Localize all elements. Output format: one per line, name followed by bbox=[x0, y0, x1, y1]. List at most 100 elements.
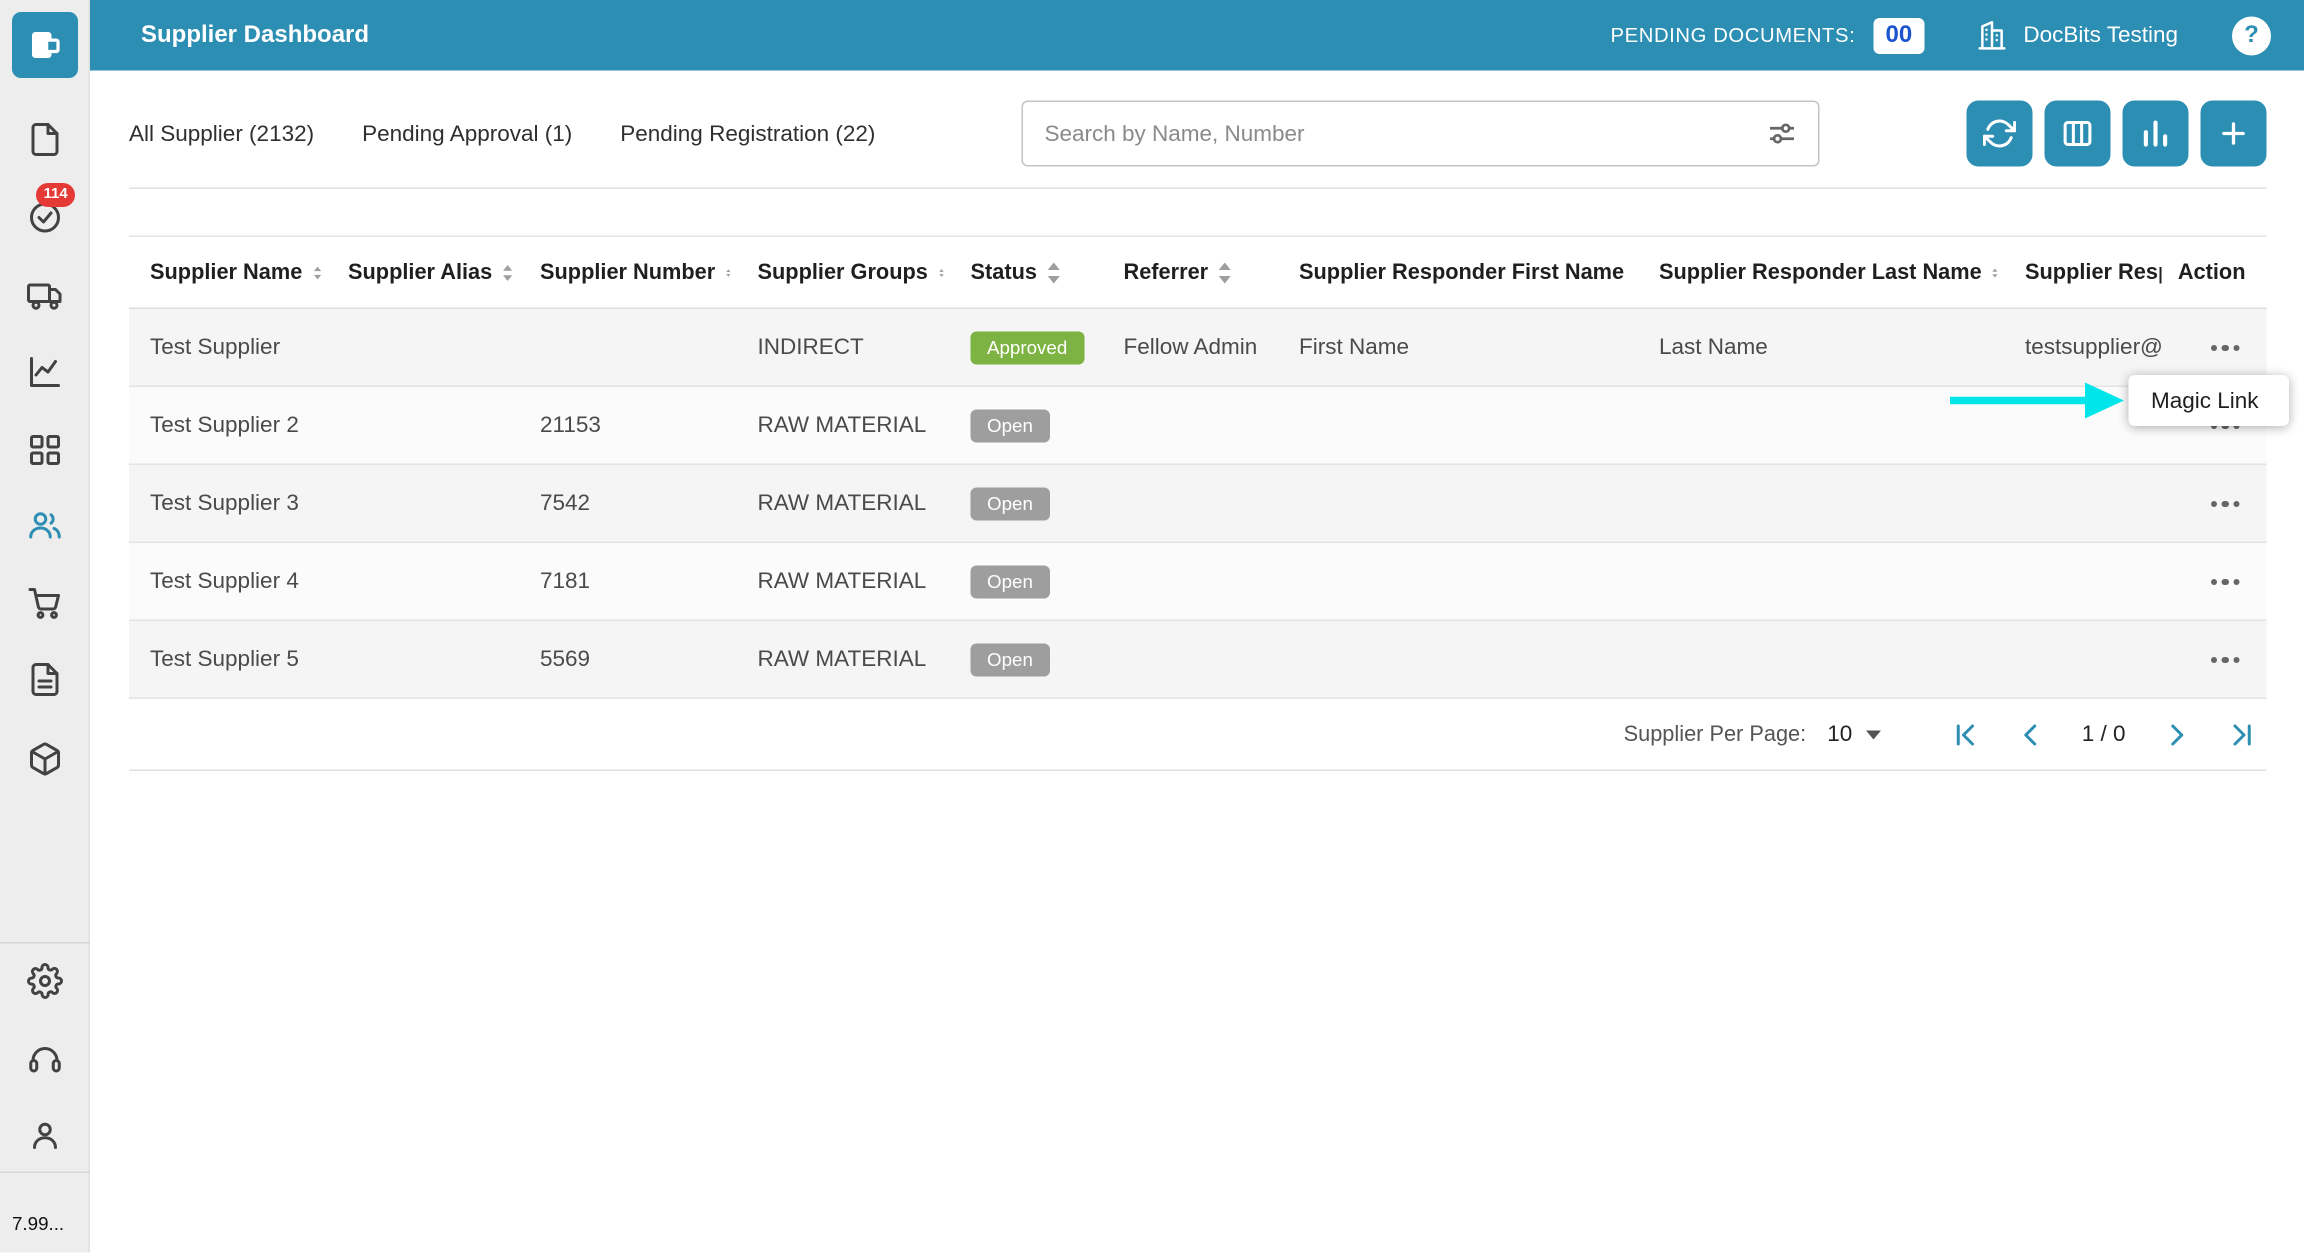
sidebar-item-purchase-orders[interactable] bbox=[27, 585, 63, 621]
table-row[interactable]: Test Supplier INDIRECT Approved Fellow A… bbox=[129, 308, 2267, 386]
users-icon bbox=[27, 507, 63, 543]
status-badge: Open bbox=[971, 409, 1050, 442]
supplier-dashboard-app: 114 bbox=[0, 0, 2304, 1253]
tab-pending-registration[interactable]: Pending Registration (22) bbox=[620, 121, 875, 147]
sidebar-item-profile[interactable] bbox=[27, 1118, 63, 1154]
refresh-icon bbox=[1983, 117, 2016, 150]
cell-supplier-alias bbox=[327, 542, 519, 620]
col-status[interactable]: Status bbox=[950, 236, 1103, 308]
next-page-button[interactable] bbox=[2162, 719, 2192, 749]
cell-supplier-alias bbox=[327, 308, 519, 386]
sort-icon bbox=[1047, 262, 1061, 283]
sort-icon bbox=[726, 262, 731, 283]
tab-all-supplier[interactable]: All Supplier (2132) bbox=[129, 121, 314, 147]
col-supplier-alias[interactable]: Supplier Alias bbox=[327, 236, 519, 308]
cell-supplier-name: Test Supplier 4 bbox=[129, 542, 327, 620]
truck-icon bbox=[27, 278, 63, 314]
table-row[interactable]: Test Supplier 5 5569 RAW MATERIAL Open bbox=[129, 620, 2267, 698]
chart-button[interactable] bbox=[2122, 101, 2188, 167]
search-input[interactable] bbox=[1044, 121, 1767, 147]
cell-action bbox=[2162, 464, 2267, 542]
row-actions-button[interactable] bbox=[2210, 657, 2239, 664]
col-supplier-name[interactable]: Supplier Name bbox=[129, 236, 327, 308]
cell-referrer bbox=[1103, 464, 1279, 542]
app-version: 7.99... bbox=[12, 1214, 64, 1235]
previous-page-button[interactable] bbox=[2016, 719, 2046, 749]
line-chart-icon bbox=[27, 354, 63, 390]
sidebar-item-support[interactable] bbox=[27, 1041, 63, 1077]
docbits-logo-icon bbox=[26, 26, 65, 65]
status-badge: Open bbox=[971, 565, 1050, 598]
per-page-select[interactable]: 10 bbox=[1827, 722, 1881, 748]
cell-responder-email bbox=[2004, 620, 2162, 698]
cell-supplier-alias bbox=[327, 620, 519, 698]
cell-supplier-alias bbox=[327, 386, 519, 464]
question-mark-icon: ? bbox=[2244, 22, 2259, 49]
per-page-value: 10 bbox=[1827, 722, 1852, 748]
sidebar: 114 bbox=[0, 0, 90, 1253]
sidebar-item-invoices[interactable] bbox=[27, 662, 63, 698]
sidebar-item-modules[interactable] bbox=[27, 432, 63, 468]
col-supplier-groups[interactable]: Supplier Groups bbox=[737, 236, 950, 308]
cell-responder-email bbox=[2004, 542, 2162, 620]
cell-supplier-groups: RAW MATERIAL bbox=[737, 620, 950, 698]
cell-responder-first-name bbox=[1278, 620, 1638, 698]
col-referrer[interactable]: Referrer bbox=[1103, 236, 1279, 308]
sidebar-divider bbox=[0, 942, 90, 944]
cell-supplier-name: Test Supplier bbox=[129, 308, 327, 386]
search-box bbox=[1022, 101, 1820, 167]
cell-status: Open bbox=[950, 386, 1103, 464]
sidebar-item-documents[interactable] bbox=[27, 122, 63, 158]
help-button[interactable]: ? bbox=[2232, 16, 2271, 55]
organization-switcher[interactable]: DocBits Testing bbox=[1975, 19, 2178, 52]
first-page-icon bbox=[1950, 719, 1980, 749]
sidebar-item-settings[interactable] bbox=[27, 963, 63, 999]
filter-sliders-icon[interactable] bbox=[1767, 119, 1797, 149]
app-logo[interactable] bbox=[12, 12, 78, 78]
table-row[interactable]: Test Supplier 4 7181 RAW MATERIAL Open bbox=[129, 542, 2267, 620]
sidebar-item-packages[interactable] bbox=[27, 741, 63, 777]
cell-action bbox=[2162, 542, 2267, 620]
sidebar-item-analytics[interactable] bbox=[27, 354, 63, 390]
building-icon bbox=[1975, 19, 2008, 52]
menu-item-magic-link[interactable]: Magic Link bbox=[2151, 388, 2259, 414]
col-action: Action bbox=[2162, 236, 2267, 308]
sidebar-item-suppliers[interactable] bbox=[27, 507, 63, 543]
col-supplier-number[interactable]: Supplier Number bbox=[519, 236, 737, 308]
table-header-row: Supplier Name Supplier Alias Supplier Nu… bbox=[129, 236, 2267, 308]
add-supplier-button[interactable] bbox=[2200, 101, 2266, 167]
col-responder-last-name[interactable]: Supplier Responder Last Name bbox=[1638, 236, 2004, 308]
cell-supplier-name: Test Supplier 5 bbox=[129, 620, 327, 698]
cell-responder-last-name bbox=[1638, 542, 2004, 620]
cell-responder-first-name: First Name bbox=[1278, 308, 1638, 386]
refresh-button[interactable] bbox=[1966, 101, 2032, 167]
sort-icon bbox=[313, 262, 321, 283]
table-row[interactable]: Test Supplier 3 7542 RAW MATERIAL Open bbox=[129, 464, 2267, 542]
last-page-icon bbox=[2228, 719, 2258, 749]
row-actions-button[interactable] bbox=[2210, 345, 2239, 352]
cell-responder-last-name bbox=[1638, 620, 2004, 698]
cell-supplier-number: 7542 bbox=[519, 464, 737, 542]
tab-pending-approval[interactable]: Pending Approval (1) bbox=[362, 121, 572, 147]
cell-supplier-number: 7181 bbox=[519, 542, 737, 620]
row-actions-button[interactable] bbox=[2210, 579, 2239, 586]
table-row[interactable]: Test Supplier 2 21153 RAW MATERIAL Open bbox=[129, 386, 2267, 464]
annotation-arrow-icon bbox=[1947, 378, 2127, 423]
row-actions-button[interactable] bbox=[2210, 501, 2239, 508]
notification-badge: 114 bbox=[36, 183, 75, 206]
sort-icon bbox=[503, 262, 513, 283]
columns-button[interactable] bbox=[2044, 101, 2110, 167]
gear-icon bbox=[27, 963, 63, 999]
first-page-button[interactable] bbox=[1950, 719, 1980, 749]
tabs-divider bbox=[129, 188, 2267, 190]
col-responder-first-name[interactable]: Supplier Responder First Name bbox=[1278, 236, 1638, 308]
cell-responder-email bbox=[2004, 464, 2162, 542]
bar-chart-icon bbox=[2139, 117, 2172, 150]
pending-documents-count[interactable]: 00 bbox=[1873, 17, 1924, 53]
last-page-button[interactable] bbox=[2228, 719, 2258, 749]
col-responder-email[interactable]: Supplier Resp bbox=[2004, 236, 2162, 308]
sidebar-item-shipments[interactable] bbox=[27, 278, 63, 314]
toolbar-actions bbox=[1966, 101, 2266, 167]
invoice-icon bbox=[27, 662, 63, 698]
page-indicator: 1 / 0 bbox=[2082, 722, 2126, 748]
